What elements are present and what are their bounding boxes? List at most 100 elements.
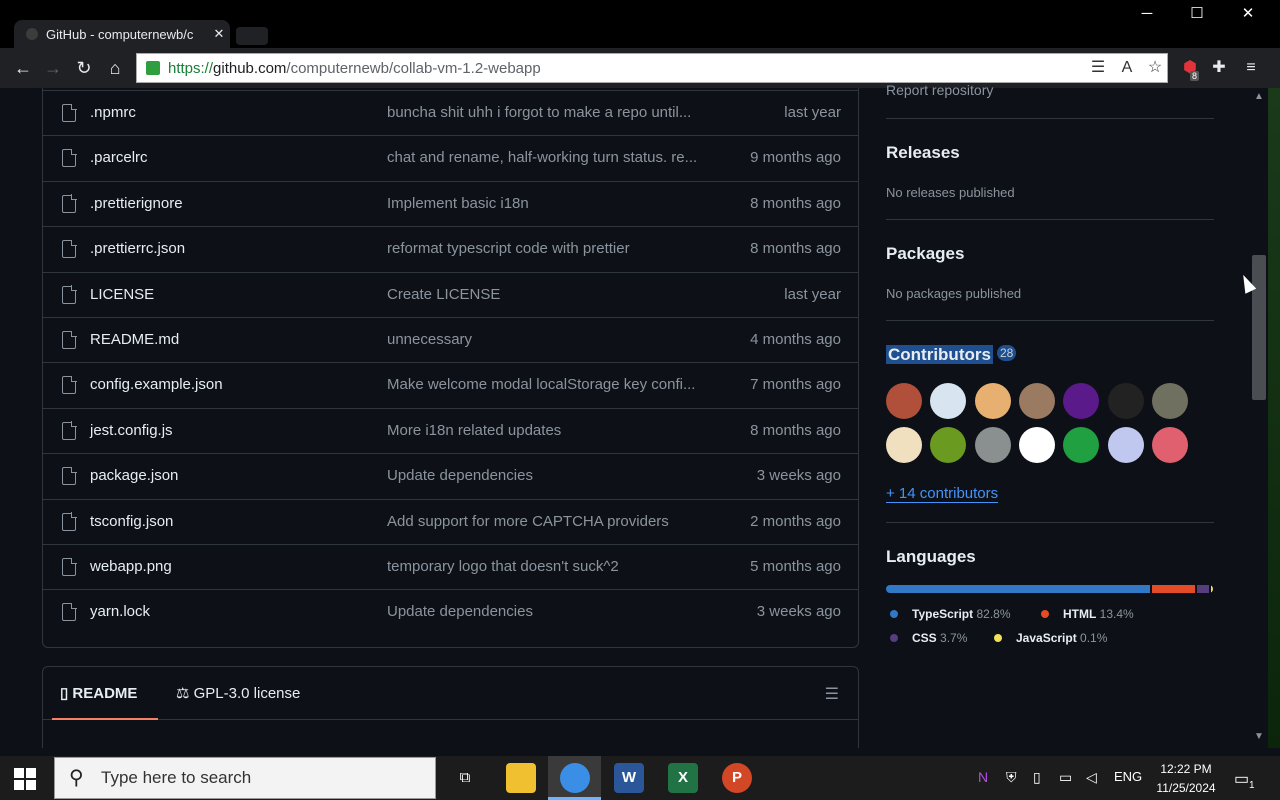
tab-close-icon[interactable]: ✕ [208,26,230,42]
language-item[interactable]: TypeScript 82.8% [890,607,1011,621]
contributor-avatar[interactable] [1063,427,1100,463]
contributor-avatar[interactable] [1107,427,1144,463]
contributor-avatar[interactable] [1018,427,1055,463]
defender-tray-icon[interactable]: ⛨ [1006,769,1017,786]
commit-message-link[interactable]: Implement basic i18n [387,195,717,212]
readme-tabs: ▯ README ⚖ GPL-3.0 license ☰ [43,667,858,720]
browser-app-icon[interactable] [560,763,590,793]
reload-icon[interactable]: ↻ [73,57,95,79]
contributor-avatar[interactable] [1107,383,1144,419]
file-name-link[interactable]: webapp.png [90,558,172,575]
home-icon[interactable]: ⌂ [104,57,126,79]
volume-muted-icon[interactable]: ◁ [1086,769,1097,786]
bookmark-star-icon[interactable]: ☆ [1144,57,1166,79]
language-item[interactable]: CSS 3.7% [890,631,967,645]
file-name-link[interactable]: .prettierignore [90,195,183,212]
file-name-link[interactable]: README.md [90,331,179,348]
file-name-link[interactable]: .parcelrc [90,149,148,166]
windows-start-icon[interactable] [14,768,36,790]
packages-heading[interactable]: Packages [886,244,964,264]
contributor-avatar[interactable] [974,383,1011,419]
word-app-icon[interactable]: W [614,763,644,793]
file-name-link[interactable]: tsconfig.json [90,513,173,530]
notification-count: 1 [1249,780,1255,791]
task-view-icon[interactable]: ⧉ [450,763,480,793]
scrollbar-thumb[interactable] [1252,255,1266,400]
tab-readme[interactable]: ▯ README [60,684,137,702]
commit-message-link[interactable]: temporary logo that doesn't suck^2 [387,558,717,575]
contributor-avatar[interactable] [1063,383,1100,419]
page-scrollbar[interactable] [1250,88,1268,748]
browser-menu-icon[interactable]: ≡ [1240,57,1262,79]
commit-message-link[interactable]: unnecessary [387,331,717,348]
table-row: webapp.png temporary logo that doesn't su… [43,544,858,589]
commit-message-link[interactable]: More i18n related updates [387,422,717,439]
taskbar-search-box[interactable]: ⚲ Type here to search [54,757,436,799]
releases-heading[interactable]: Releases [886,143,960,163]
contributor-avatar[interactable] [1018,383,1055,419]
language-name: CSS [912,631,937,645]
contributor-avatar[interactable] [974,427,1011,463]
language-indicator[interactable]: ENG [1114,769,1142,784]
clock-date: 11/25/2024 [1156,781,1216,795]
new-tab-button[interactable] [236,27,268,45]
scroll-up-arrow-icon[interactable]: ▲ [1252,91,1266,102]
tab-title: GitHub - computernewb/c [46,26,194,42]
commit-message-link[interactable]: Create LICENSE [387,286,717,303]
file-name-link[interactable]: package.json [90,467,178,484]
powerpoint-app-icon[interactable]: P [722,763,752,793]
translate-icon[interactable]: A [1116,57,1138,79]
taskbar-clock[interactable]: 12:22 PM 11/25/2024 [1148,760,1224,798]
search-icon: ⚲ [69,767,84,789]
commit-message-link[interactable]: Add support for more CAPTCHA providers [387,513,717,530]
contributor-avatar[interactable] [1151,383,1188,419]
contributor-avatar[interactable] [886,427,922,463]
window-maximize-button[interactable]: ☐ [1177,4,1217,24]
commit-message-link[interactable]: Update dependencies [387,603,717,620]
commit-message-link[interactable]: Make welcome modal localStorage key conf… [387,376,717,393]
table-row: package.json Update dependencies 3 weeks a… [43,453,858,498]
file-icon [62,375,77,395]
window-minimize-button[interactable]: ─ [1127,4,1167,24]
forward-icon[interactable]: → [42,57,64,79]
file-name-link[interactable]: .prettierrc.json [90,240,185,257]
file-name-link[interactable]: yarn.lock [90,603,150,620]
scroll-down-arrow-icon[interactable]: ▼ [1252,731,1266,742]
file-name-link[interactable]: config.example.json [90,376,223,393]
window-close-button[interactable]: ✕ [1228,4,1268,24]
file-name-link[interactable]: LICENSE [90,286,154,303]
table-row: tsconfig.json Add support for more CAPTCH… [43,498,858,544]
reader-mode-icon[interactable]: ☰ [1087,57,1109,79]
browser-tab[interactable]: GitHub - computernewb/c ✕ [14,20,230,48]
file-name-link[interactable]: .npmrc [90,104,136,121]
commit-message-link[interactable]: buncha shit uhh i forgot to make a repo … [387,104,717,121]
file-icon [62,421,77,440]
onenote-tray-icon[interactable]: N [978,769,988,785]
commit-message-link[interactable]: reformat typescript code with prettier [387,240,717,257]
extensions-puzzle-icon[interactable]: ✚ [1208,57,1230,79]
contributor-avatar[interactable] [886,383,922,419]
language-item[interactable]: JavaScript 0.1% [994,631,1107,645]
commit-message-link[interactable]: chat and rename, half-working turn statu… [387,149,717,166]
contributors-heading-label: Contributors [886,345,993,364]
usb-tray-icon[interactable]: ▯ [1033,769,1041,786]
address-bar[interactable]: https:// github.com /computernewb/collab… [136,53,1168,83]
report-repository-link[interactable]: Report repository [886,82,993,98]
excel-app-icon[interactable]: X [668,763,698,793]
tab-license[interactable]: ⚖ GPL-3.0 license [176,684,300,702]
outline-list-icon[interactable]: ☰ [825,684,839,704]
network-tray-icon[interactable]: ▭ [1059,769,1072,786]
file-icon [62,466,77,486]
more-contributors-link[interactable]: + 14 contributors [886,485,999,503]
commit-message-link[interactable]: Update dependencies [387,467,717,484]
notification-center-icon[interactable]: ▭ [1234,769,1249,789]
contributor-avatar[interactable] [1151,427,1188,463]
github-favicon-icon [26,28,38,40]
file-table: .npmrc buncha shit uhh i forgot to make a… [42,88,859,648]
file-explorer-icon[interactable] [506,763,536,793]
file-name-link[interactable]: jest.config.js [90,422,173,439]
language-item[interactable]: HTML 13.4% [1041,607,1134,621]
commit-date: 4 months ago [750,331,841,348]
contributors-heading[interactable]: Contributors [886,345,993,365]
back-icon[interactable]: ← [12,57,34,79]
